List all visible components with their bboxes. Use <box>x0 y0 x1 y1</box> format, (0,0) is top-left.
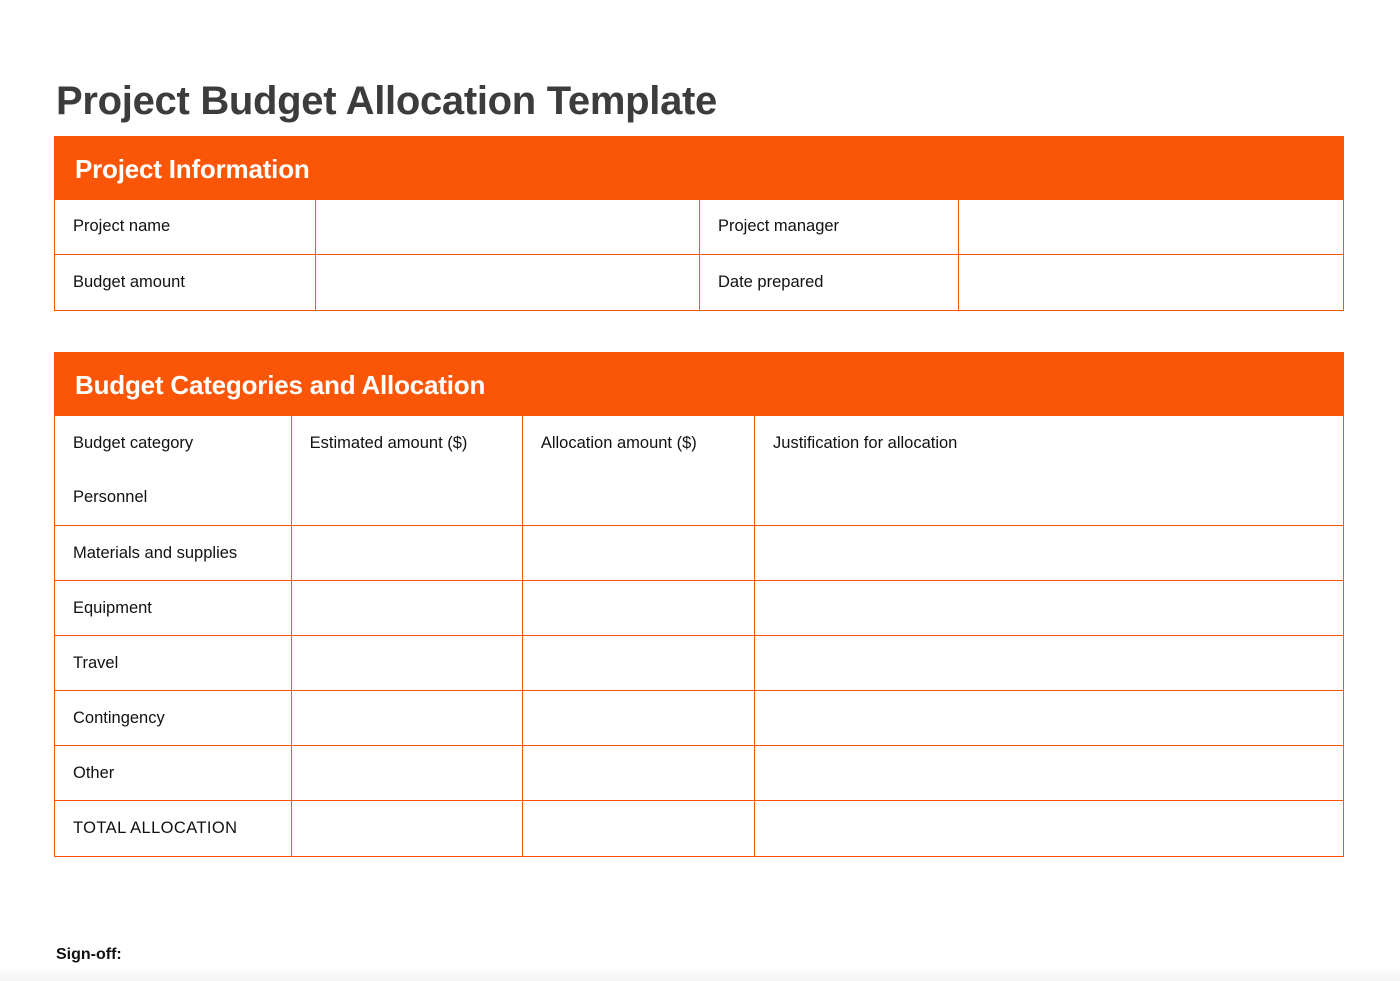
allocation-amount-input-personnel[interactable] <box>521 470 756 527</box>
estimated-amount-input-materials-and-supplies[interactable] <box>290 525 523 582</box>
page-bottom-edge <box>0 968 1400 981</box>
justification-input-contingency[interactable] <box>754 690 1343 747</box>
estimated-amount-input-contingency[interactable] <box>290 690 523 747</box>
table-row: Equipment <box>55 580 1343 637</box>
estimated-amount-input-other[interactable] <box>290 745 523 802</box>
justification-input-travel[interactable] <box>754 635 1343 692</box>
category-label-equipment: Equipment <box>55 580 292 637</box>
table-total-row: TOTAL ALLOCATION <box>55 800 1343 856</box>
table-row: Travel <box>55 635 1343 692</box>
document-page: Project Budget Allocation Template Proje… <box>0 0 1400 981</box>
project-information-heading: Project Information <box>55 137 1343 200</box>
total-estimated-amount-input[interactable] <box>290 800 523 856</box>
budget-categories-table: Budget category Estimated amount ($) All… <box>55 415 1343 856</box>
justification-input-other[interactable] <box>754 745 1343 802</box>
column-header-allocation-amount: Allocation amount ($) <box>521 415 756 471</box>
total-allocation-label: TOTAL ALLOCATION <box>55 800 292 856</box>
table-row: Contingency <box>55 690 1343 747</box>
category-label-contingency: Contingency <box>55 690 292 747</box>
date-prepared-label: Date prepared <box>698 254 960 310</box>
allocation-amount-input-contingency[interactable] <box>521 690 756 747</box>
allocation-amount-input-materials-and-supplies[interactable] <box>521 525 756 582</box>
category-label-materials-and-supplies: Materials and supplies <box>55 525 292 582</box>
category-label-other: Other <box>55 745 292 802</box>
table-row: Budget amount Date prepared <box>55 254 1343 310</box>
allocation-amount-input-equipment[interactable] <box>521 580 756 637</box>
allocation-amount-input-other[interactable] <box>521 745 756 802</box>
estimated-amount-input-personnel[interactable] <box>290 470 523 527</box>
project-information-table: Project name Project manager Budget amou… <box>55 199 1343 310</box>
category-label-travel: Travel <box>55 635 292 692</box>
category-label-personnel: Personnel <box>55 470 292 527</box>
table-header-row: Budget category Estimated amount ($) All… <box>55 415 1343 471</box>
justification-input-materials-and-supplies[interactable] <box>754 525 1343 582</box>
project-name-label: Project name <box>55 199 316 256</box>
project-manager-input[interactable] <box>958 199 1343 256</box>
total-justification-input[interactable] <box>754 800 1343 856</box>
signoff-label: Sign-off: <box>56 946 122 963</box>
page-title: Project Budget Allocation Template <box>56 78 717 123</box>
project-information-section: Project Information Project name Project… <box>54 136 1344 311</box>
project-name-input[interactable] <box>314 199 700 256</box>
table-row: Other <box>55 745 1343 802</box>
column-header-estimated-amount: Estimated amount ($) <box>290 415 523 471</box>
table-row: Materials and supplies <box>55 525 1343 582</box>
budget-categories-section: Budget Categories and Allocation Budget … <box>54 352 1344 857</box>
date-prepared-input[interactable] <box>958 254 1343 310</box>
table-row: Personnel <box>55 470 1343 527</box>
estimated-amount-input-travel[interactable] <box>290 635 523 692</box>
total-allocation-amount-input[interactable] <box>521 800 756 856</box>
column-header-justification: Justification for allocation <box>754 415 1343 471</box>
budget-amount-input[interactable] <box>314 254 700 310</box>
justification-input-equipment[interactable] <box>754 580 1343 637</box>
justification-input-personnel[interactable] <box>754 470 1343 527</box>
project-manager-label: Project manager <box>698 199 960 256</box>
table-row: Project name Project manager <box>55 199 1343 256</box>
column-header-budget-category: Budget category <box>55 415 292 471</box>
allocation-amount-input-travel[interactable] <box>521 635 756 692</box>
budget-categories-heading: Budget Categories and Allocation <box>55 353 1343 416</box>
estimated-amount-input-equipment[interactable] <box>290 580 523 637</box>
budget-amount-label: Budget amount <box>55 254 316 310</box>
